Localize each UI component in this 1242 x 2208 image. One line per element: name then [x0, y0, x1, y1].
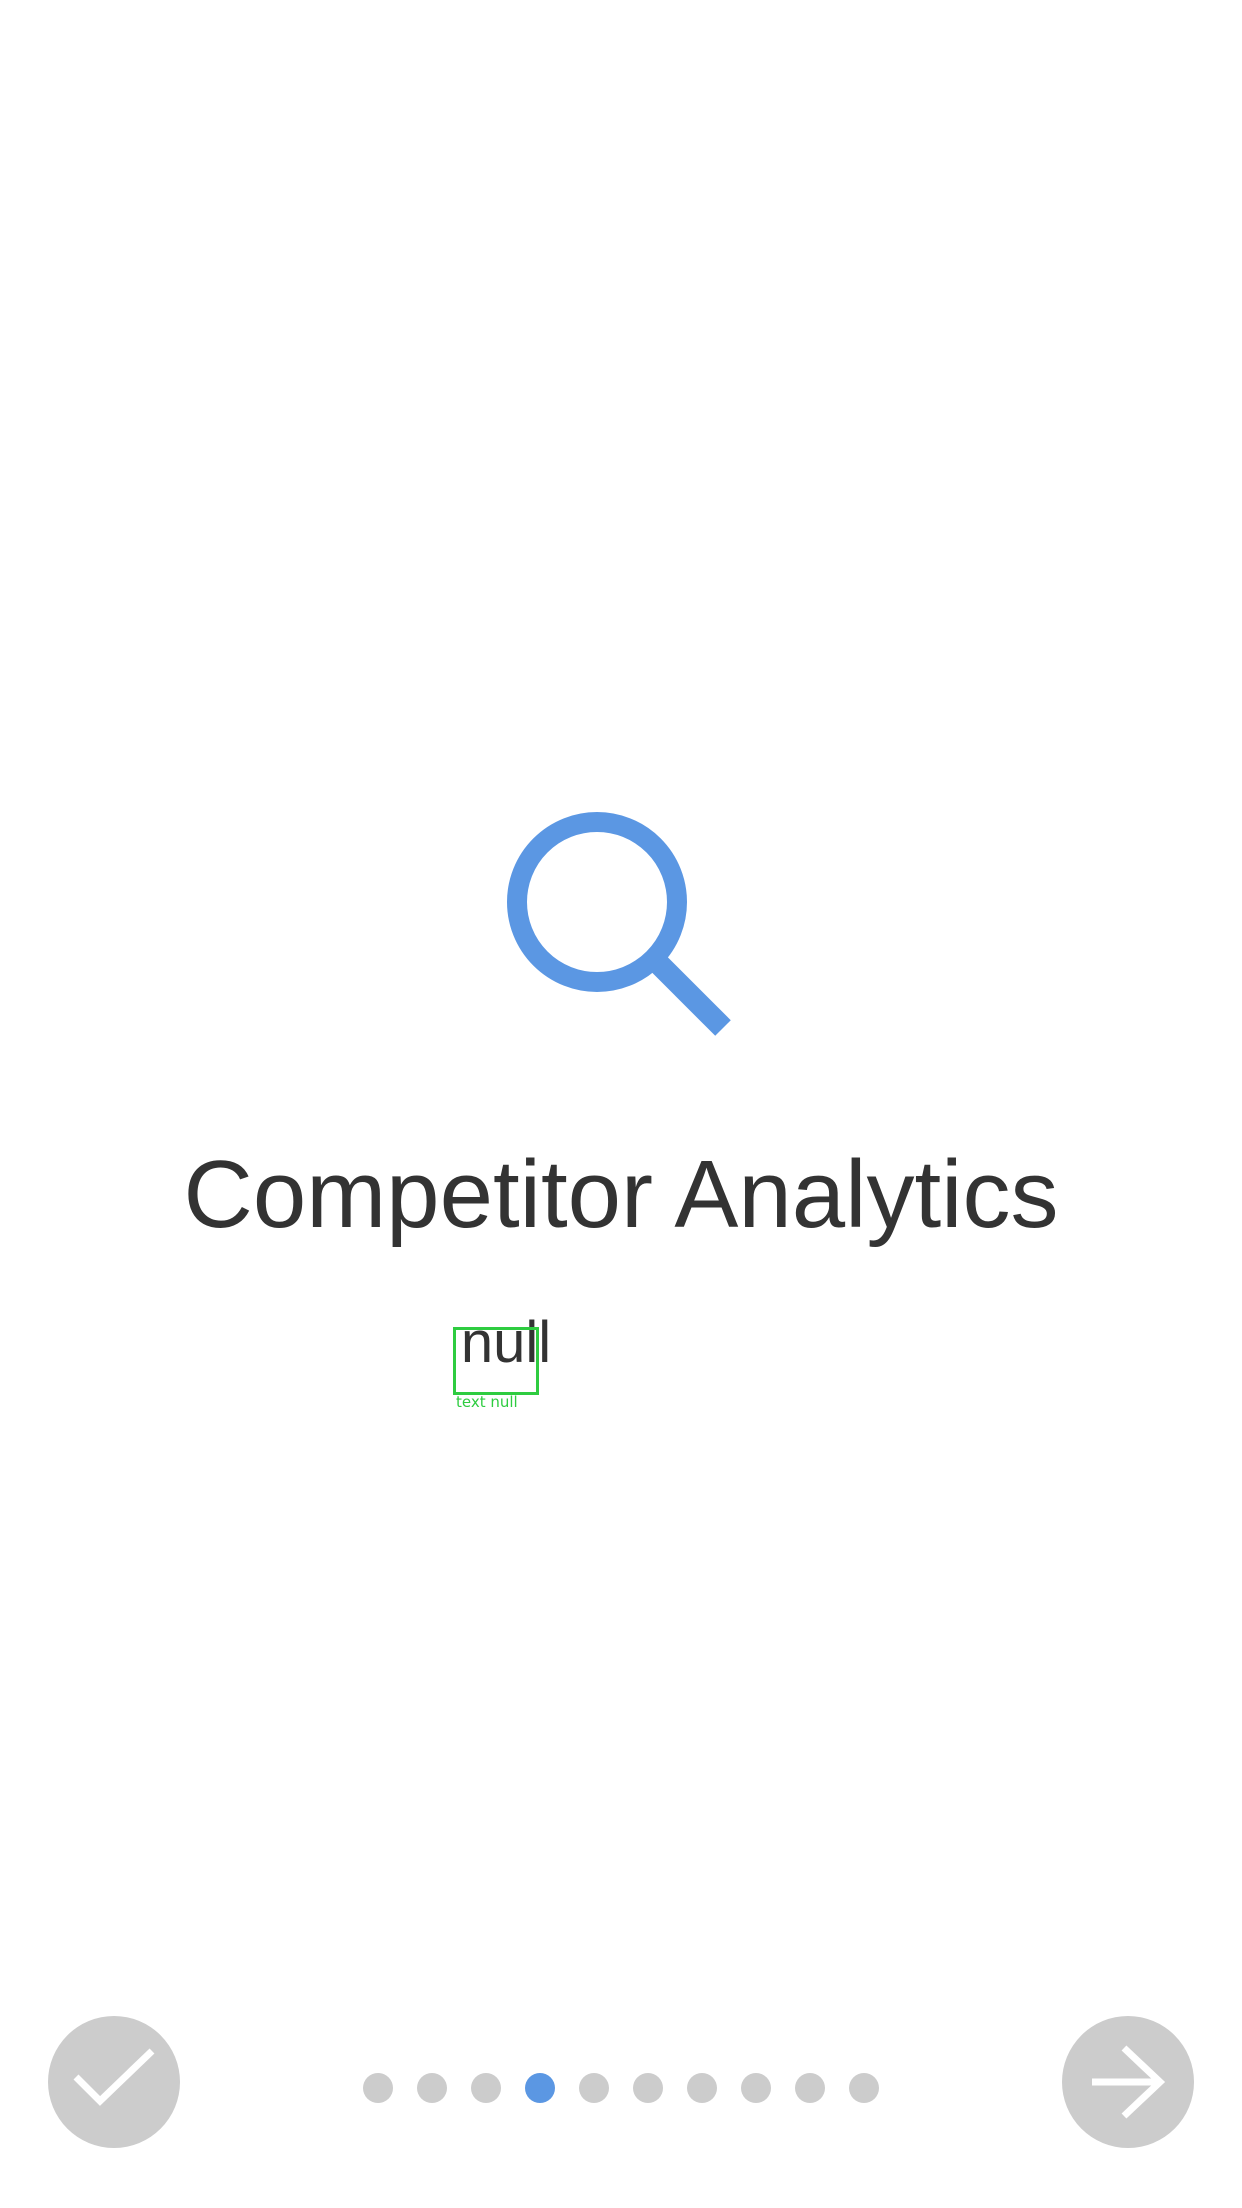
page-dot[interactable]: [363, 2073, 393, 2103]
done-button[interactable]: [48, 2016, 180, 2148]
arrow-right-icon: [1092, 2045, 1166, 2119]
page-dot[interactable]: [579, 2073, 609, 2103]
page-title: Competitor Analytics: [183, 1141, 1059, 1248]
debug-bounding-box: [453, 1327, 539, 1395]
page-dot[interactable]: [795, 2073, 825, 2103]
debug-label: text null: [456, 1393, 518, 1411]
search-icon: [507, 812, 731, 1036]
page-dot[interactable]: [849, 2073, 879, 2103]
page-dot[interactable]: [471, 2073, 501, 2103]
page-dot[interactable]: [741, 2073, 771, 2103]
page-indicator: [363, 2072, 879, 2104]
page-dot-active[interactable]: [525, 2073, 555, 2103]
checkmark-icon: [73, 2048, 155, 2106]
page-dot[interactable]: [687, 2073, 717, 2103]
page-dot[interactable]: [417, 2073, 447, 2103]
next-button[interactable]: [1062, 2016, 1194, 2148]
page-dot[interactable]: [633, 2073, 663, 2103]
